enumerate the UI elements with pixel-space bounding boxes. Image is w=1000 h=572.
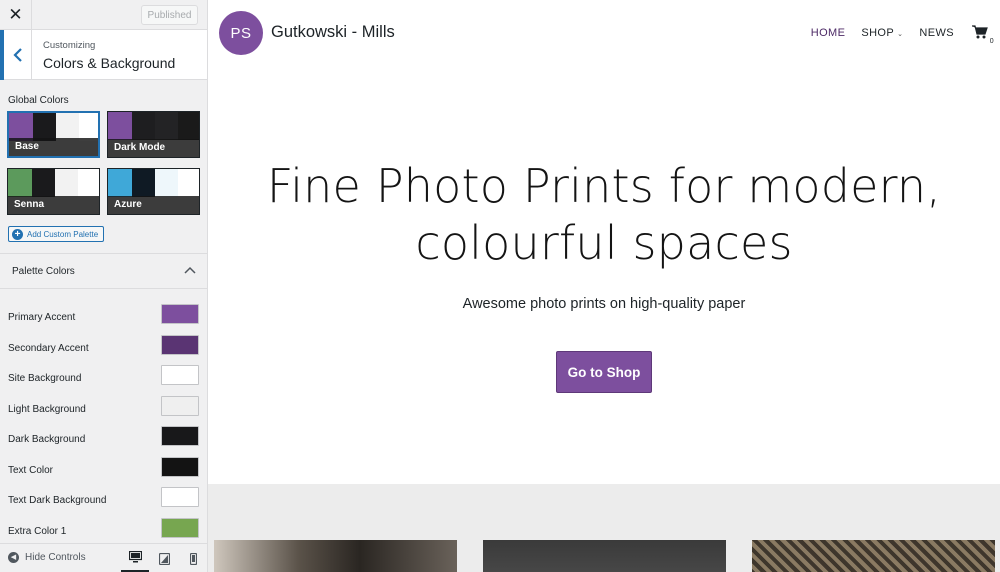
back-button[interactable] bbox=[0, 30, 32, 80]
color-row-light-background: Light Background bbox=[0, 396, 207, 424]
palette-swatch bbox=[155, 112, 178, 140]
section-title: Colors & Background bbox=[43, 55, 176, 71]
color-swatch-button[interactable] bbox=[161, 426, 199, 446]
product-image[interactable] bbox=[483, 540, 726, 572]
product-image[interactable] bbox=[214, 540, 457, 572]
color-label: Dark Background bbox=[8, 434, 86, 445]
hide-controls-label: Hide Controls bbox=[25, 552, 86, 563]
tablet-icon bbox=[158, 552, 170, 565]
chevron-up-icon bbox=[184, 266, 196, 274]
palette-swatch bbox=[132, 112, 155, 140]
palette-base[interactable]: Base bbox=[7, 111, 100, 158]
customizer-footer: ◀ Hide Controls bbox=[0, 543, 207, 572]
color-row-dark-background: Dark Background bbox=[0, 426, 207, 454]
palette-senna[interactable]: Senna bbox=[7, 168, 100, 215]
palette-swatch bbox=[178, 169, 199, 197]
palette-swatch bbox=[32, 169, 55, 197]
color-swatch-button[interactable] bbox=[161, 396, 199, 416]
published-button[interactable]: Published bbox=[141, 5, 198, 25]
color-row-primary-accent: Primary Accent bbox=[0, 304, 207, 332]
global-colors-label: Global Colors bbox=[8, 95, 69, 106]
color-swatch-button[interactable] bbox=[161, 304, 199, 324]
palette-swatch bbox=[55, 169, 78, 197]
palette-swatch bbox=[8, 169, 32, 197]
color-label: Primary Accent bbox=[8, 312, 76, 323]
color-row-text-color: Text Color bbox=[0, 457, 207, 485]
palette-swatch bbox=[79, 113, 98, 141]
color-swatch-button[interactable] bbox=[161, 457, 199, 477]
hero-subtitle: Awesome photo prints on high-quality pap… bbox=[462, 296, 746, 312]
add-palette-label: Add Custom Palette bbox=[27, 229, 99, 239]
main-navigation: HOME SHOP ⌄ NEWS 0 bbox=[795, 25, 994, 45]
nav-shop-label: SHOP bbox=[861, 27, 895, 39]
desktop-preview-button[interactable] bbox=[121, 544, 149, 572]
palette-name: Base bbox=[9, 138, 98, 156]
palette-swatch bbox=[9, 113, 33, 141]
nav-item-home[interactable]: HOME bbox=[811, 27, 846, 39]
color-label: Light Background bbox=[8, 404, 86, 415]
palette-azure[interactable]: Azure bbox=[107, 168, 200, 215]
palette-colors-title: Palette Colors bbox=[12, 266, 75, 277]
add-custom-palette-button[interactable]: + Add Custom Palette bbox=[8, 226, 105, 242]
color-row-site-background: Site Background bbox=[0, 365, 207, 393]
cart-button[interactable]: 0 bbox=[972, 25, 994, 45]
color-label: Extra Color 1 bbox=[8, 526, 67, 537]
cart-count: 0 bbox=[989, 38, 994, 45]
color-label: Site Background bbox=[8, 373, 82, 384]
color-row-extra-color-1: Extra Color 1 bbox=[0, 518, 207, 546]
color-swatch-button[interactable] bbox=[161, 335, 199, 355]
chevron-down-icon: ⌄ bbox=[897, 31, 904, 38]
palette-swatch bbox=[108, 112, 132, 140]
palette-swatch bbox=[56, 113, 79, 141]
color-swatch-button[interactable] bbox=[161, 365, 199, 385]
hero-title: Fine Photo Prints for modern, colourful … bbox=[208, 158, 1000, 272]
site-preview: PS Gutkowski - Mills HOME SHOP ⌄ NEWS 0 F… bbox=[208, 0, 1000, 572]
close-icon: ✕ bbox=[8, 5, 23, 24]
customizer-sidebar: ✕ Published Customizing Colors & Backgro… bbox=[0, 0, 208, 572]
plus-icon: + bbox=[12, 228, 23, 240]
color-swatch-button[interactable] bbox=[161, 487, 199, 507]
chevron-left-icon bbox=[12, 48, 22, 62]
nav-item-shop[interactable]: SHOP ⌄ bbox=[861, 27, 903, 39]
section-subtitle: Customizing bbox=[43, 40, 96, 51]
palette-dark-mode[interactable]: Dark Mode bbox=[107, 111, 200, 158]
logo-initials: PS bbox=[230, 24, 252, 42]
product-image[interactable] bbox=[752, 540, 995, 572]
palette-swatch bbox=[132, 169, 155, 197]
collapse-icon: ◀ bbox=[8, 552, 19, 563]
site-logo[interactable]: PS bbox=[219, 11, 263, 55]
hero-title-line-2: colourful spaces bbox=[415, 216, 793, 270]
palette-swatch bbox=[108, 169, 132, 197]
palette-swatch bbox=[33, 113, 56, 141]
color-row-secondary-accent: Secondary Accent bbox=[0, 335, 207, 363]
site-title[interactable]: Gutkowski - Mills bbox=[271, 23, 395, 42]
section-header: Customizing Colors & Background bbox=[0, 30, 207, 80]
palette-swatch bbox=[155, 169, 178, 197]
palette-name: Dark Mode bbox=[108, 139, 199, 157]
go-to-shop-button[interactable]: Go to Shop bbox=[556, 351, 652, 393]
palette-swatch bbox=[78, 169, 99, 197]
color-label: Text Dark Background bbox=[8, 495, 107, 506]
customizer-topbar: ✕ Published bbox=[0, 0, 207, 30]
palette-colors-toggle[interactable]: Palette Colors bbox=[0, 253, 207, 289]
mobile-preview-button[interactable] bbox=[179, 544, 207, 572]
palette-name: Senna bbox=[8, 196, 99, 214]
hero-title-line-1: Fine Photo Prints for modern, bbox=[266, 159, 942, 213]
palette-name: Azure bbox=[108, 196, 199, 214]
nav-item-news[interactable]: NEWS bbox=[919, 27, 954, 39]
palette-swatch bbox=[178, 112, 199, 140]
color-row-text-dark-background: Text Dark Background bbox=[0, 487, 207, 515]
hide-controls-button[interactable]: ◀ Hide Controls bbox=[8, 552, 86, 563]
color-label: Text Color bbox=[8, 465, 54, 476]
color-swatch-button[interactable] bbox=[161, 518, 199, 538]
cart-icon bbox=[972, 25, 988, 39]
mobile-icon bbox=[189, 552, 197, 565]
tablet-preview-button[interactable] bbox=[150, 544, 178, 572]
color-label: Secondary Accent bbox=[8, 343, 89, 354]
close-customizer-button[interactable]: ✕ bbox=[0, 0, 32, 30]
desktop-icon bbox=[128, 551, 142, 563]
